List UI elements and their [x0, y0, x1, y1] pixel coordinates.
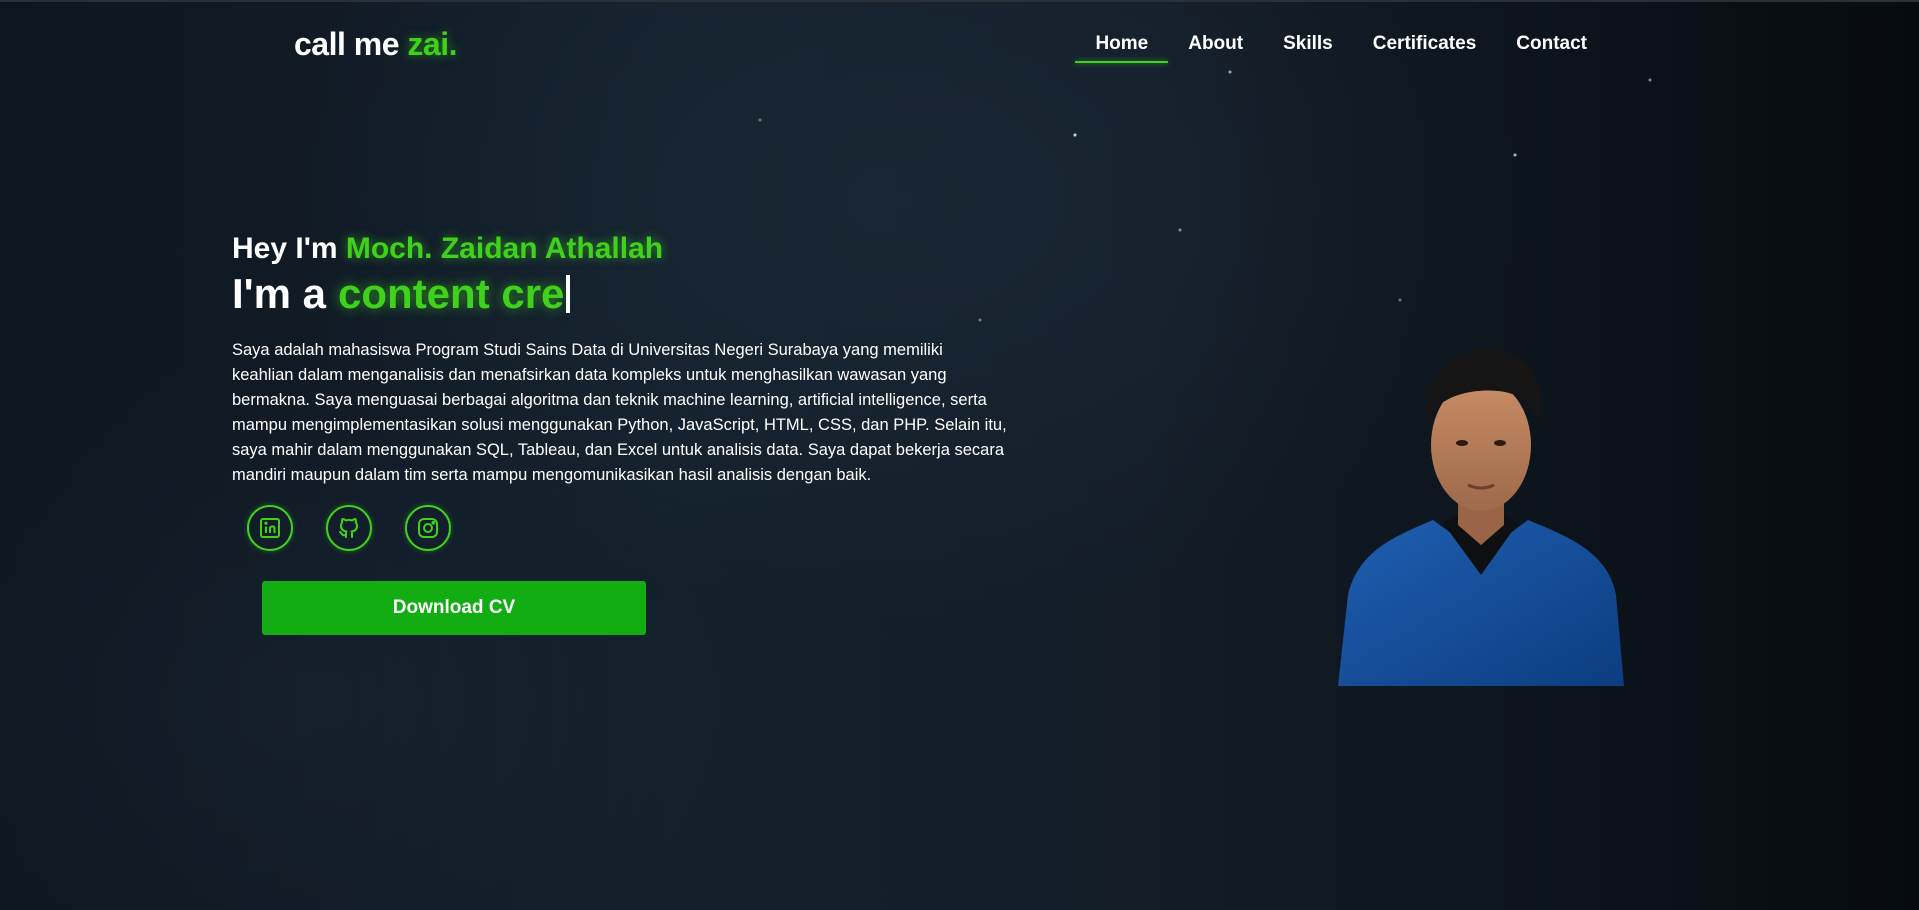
logo-text: call me	[294, 26, 408, 62]
instagram-icon	[418, 517, 438, 538]
logo[interactable]: call me zai.	[294, 26, 457, 63]
nav-about[interactable]: About	[1168, 33, 1263, 63]
nav-skills[interactable]: Skills	[1263, 33, 1353, 63]
hero-name: Moch. Zaidan Athallah	[345, 232, 664, 265]
bio-text: Saya adalah mahasiswa Program Studi Sain…	[232, 341, 1007, 484]
github-icon	[339, 517, 358, 538]
navbar: call me zai. Home About Skills Certifica…	[0, 0, 1919, 95]
greeting: Hey I'm Moch. Zaidan Athallah	[232, 232, 1012, 266]
linkedin-button[interactable]	[247, 504, 293, 551]
role-line: I'm a content cre	[232, 270, 1012, 318]
linkedin-icon	[260, 517, 280, 538]
github-button[interactable]	[326, 504, 372, 551]
nav-contact[interactable]: Contact	[1496, 33, 1607, 63]
download-cv-button[interactable]: Download CV	[262, 580, 646, 635]
profile-photo	[1338, 348, 1624, 686]
hero-section: Hey I'm Moch. Zaidan Athallah I'm a cont…	[232, 232, 1012, 635]
instagram-button[interactable]	[405, 504, 451, 551]
role-typed: content cre	[338, 270, 565, 317]
role-prefix: I'm a	[232, 270, 327, 317]
logo-accent: zai.	[407, 26, 457, 62]
nav-links: Home About Skills Certificates Contact	[1075, 33, 1607, 63]
social-links	[247, 504, 1012, 551]
nav-home[interactable]: Home	[1075, 33, 1169, 63]
greeting-prefix: Hey I'm	[232, 232, 346, 265]
nav-certificates[interactable]: Certificates	[1353, 33, 1497, 63]
typing-cursor	[566, 275, 571, 313]
